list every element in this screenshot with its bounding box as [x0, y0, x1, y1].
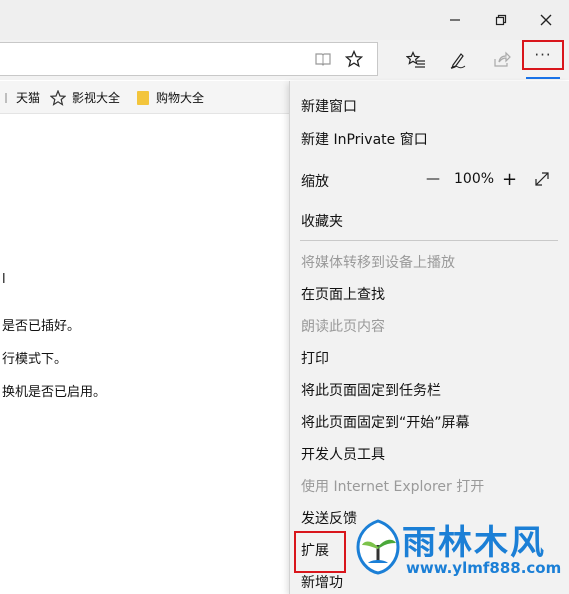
page-content: l 是否已插好。 行模式下。 换机是否已启用。 — [0, 115, 289, 594]
menu-item-print[interactable]: 打印 — [301, 348, 329, 368]
content-line: l — [2, 272, 6, 287]
watermark-title: 雨林木风 — [402, 523, 546, 563]
extensions-highlight — [294, 531, 346, 573]
menu-item-pin-taskbar[interactable]: 将此页面固定到任务栏 — [301, 380, 441, 400]
site-icon — [4, 91, 10, 105]
content-line: 换机是否已启用。 — [2, 385, 107, 400]
star-outline-icon — [50, 89, 66, 106]
menu-item-find-on-page[interactable]: 在页面上查找 — [301, 284, 385, 304]
share-button[interactable] — [484, 40, 520, 80]
favorite-item-movies[interactable]: 影视大全 — [50, 81, 120, 114]
share-icon — [494, 51, 511, 67]
watermark: 雨林木风 www.ylmf888.com — [356, 515, 569, 594]
web-note-button[interactable] — [440, 40, 476, 80]
menu-item-cast-media: 将媒体转移到设备上播放 — [301, 255, 455, 271]
more-active-indicator — [526, 77, 560, 79]
fullscreen-button[interactable] — [534, 169, 550, 189]
title-bar — [0, 0, 569, 40]
more-dots-icon: ··· — [534, 46, 552, 64]
menu-item-send-feedback[interactable]: 发送反馈 — [301, 508, 357, 528]
favorite-label: 购物大全 — [156, 91, 205, 105]
restore-button[interactable] — [478, 0, 524, 40]
watermark-logo — [356, 519, 400, 575]
menu-item-new-window[interactable]: 新建窗口 — [301, 96, 357, 116]
close-button[interactable] — [523, 0, 569, 40]
zoom-in-button[interactable]: + — [502, 168, 518, 190]
favorites-hub-button[interactable] — [398, 40, 434, 80]
zoom-plus-glyph: + — [502, 168, 518, 190]
reading-view-icon[interactable] — [314, 50, 332, 72]
menu-item-new-inprivate[interactable]: 新建 InPrivate 窗口 — [301, 129, 428, 149]
zoom-level: 100% — [454, 171, 495, 187]
watermark-url: www.ylmf888.com — [406, 559, 562, 577]
menu-item-pin-start[interactable]: 将此页面固定到“开始”屏幕 — [301, 412, 470, 432]
content-line: 行模式下。 — [2, 352, 68, 367]
zoom-out-button[interactable]: — — [426, 169, 440, 189]
menu-item-read-aloud: 朗读此页内容 — [301, 319, 385, 335]
pen-icon — [450, 53, 466, 69]
menu-item-whats-new[interactable]: 新增功 — [301, 572, 343, 592]
fullscreen-icon — [535, 172, 549, 186]
minimize-icon — [450, 19, 460, 21]
menu-separator — [300, 240, 558, 241]
favorites-list-icon — [406, 51, 425, 68]
address-bar[interactable] — [0, 42, 378, 76]
menu-zoom-label: 缩放 — [301, 174, 329, 190]
zoom-minus-glyph: — — [426, 171, 440, 187]
minimize-button[interactable] — [432, 0, 478, 40]
restore-icon — [495, 14, 507, 26]
folder-icon — [136, 90, 150, 106]
menu-item-dev-tools[interactable]: 开发人员工具 — [301, 444, 385, 464]
more-actions-button[interactable]: ··· — [522, 40, 564, 70]
favorite-item-tmall[interactable]: 天猫 — [4, 81, 40, 114]
favorite-label: 影视大全 — [72, 91, 121, 105]
menu-item-favorites[interactable]: 收藏夹 — [301, 211, 343, 231]
favorite-item-shopping[interactable]: 购物大全 — [136, 81, 204, 114]
menu-item-open-ie: 使用 Internet Explorer 打开 — [301, 479, 485, 495]
favorite-label: 天猫 — [16, 91, 41, 105]
close-icon — [540, 14, 552, 26]
add-favorite-star-icon[interactable] — [344, 49, 364, 72]
content-line: 是否已插好。 — [2, 319, 81, 334]
